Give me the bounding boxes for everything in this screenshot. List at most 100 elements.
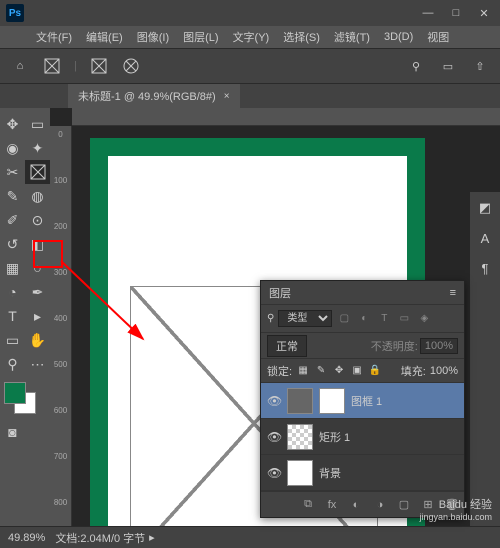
- eyedropper-tool[interactable]: ✎: [0, 184, 25, 208]
- blend-mode-select[interactable]: 正常: [267, 335, 307, 357]
- lock-transparent-icon[interactable]: ▦: [296, 364, 310, 378]
- menu-edit[interactable]: 编辑(E): [80, 27, 129, 47]
- fill-value[interactable]: 100%: [430, 365, 458, 377]
- foreground-color[interactable]: [4, 382, 26, 404]
- filter-type-icon[interactable]: T: [376, 311, 392, 327]
- lock-paint-icon[interactable]: ✎: [314, 364, 328, 378]
- tab-close-icon[interactable]: ×: [224, 91, 230, 102]
- zoom-level[interactable]: 49.89%: [8, 532, 45, 544]
- paragraph-panel-icon[interactable]: ¶: [475, 258, 495, 278]
- document-tab[interactable]: 未标题-1 @ 49.9%(RGB/8#) ×: [68, 84, 240, 108]
- crop-tool[interactable]: ✂: [0, 160, 25, 184]
- stamp-tool[interactable]: ⊙: [25, 208, 50, 232]
- layers-panel: 图层 ≡ ⚲ 类型 ▢ ◐ T ▭ ◈ 正常 不透明度: 100% 锁定: ▦ …: [260, 280, 465, 518]
- new-layer-icon[interactable]: ⊞: [420, 498, 436, 511]
- adjustment-icon[interactable]: ◑: [372, 499, 388, 511]
- dodge-tool[interactable]: ◔: [0, 280, 25, 304]
- wand-tool[interactable]: ✦: [25, 136, 50, 160]
- quickmask-toggle[interactable]: ◙: [0, 420, 25, 444]
- lasso-tool[interactable]: ◉: [0, 136, 25, 160]
- color-swatch[interactable]: [4, 382, 36, 414]
- opacity-label: 不透明度:: [371, 338, 418, 354]
- marquee-tool[interactable]: ▭: [25, 112, 50, 136]
- filter-search-icon[interactable]: ⚲: [267, 313, 274, 324]
- lock-all-icon[interactable]: 🔒: [368, 364, 382, 378]
- close-button[interactable]: ✕: [474, 7, 494, 20]
- layer-name[interactable]: 矩形 1: [319, 429, 350, 445]
- share-icon[interactable]: ⇧: [470, 56, 490, 76]
- lock-label: 锁定:: [267, 363, 292, 379]
- menu-type[interactable]: 文字(Y): [227, 27, 276, 47]
- type-tool[interactable]: T: [0, 304, 25, 328]
- move-tool[interactable]: ✥: [0, 112, 25, 136]
- blur-tool[interactable]: ○: [25, 256, 50, 280]
- menu-layer[interactable]: 图层(L): [177, 27, 224, 47]
- frame-tool-icon[interactable]: [42, 56, 62, 76]
- delete-layer-icon[interactable]: 🗑: [444, 498, 460, 511]
- panel-dock: ◩ A ¶: [470, 192, 500, 548]
- artboard-icon[interactable]: ▭: [438, 56, 458, 76]
- layer-thumbnail[interactable]: [287, 460, 313, 486]
- zoom-tool[interactable]: ⚲: [0, 352, 25, 376]
- layer-list: 👁 图框 1 👁 矩形 1 👁 背景: [261, 383, 464, 491]
- visibility-toggle[interactable]: 👁: [267, 430, 281, 444]
- tab-label: 未标题-1 @ 49.9%(RGB/8#): [78, 88, 216, 104]
- visibility-toggle[interactable]: 👁: [267, 466, 281, 480]
- vertical-ruler[interactable]: 0 100 200 300 400 500 600 700 800 900: [50, 126, 72, 548]
- path-select-tool[interactable]: ▸: [25, 304, 50, 328]
- document-info[interactable]: 文档:2.04M/0 字节: [55, 530, 145, 546]
- shape-tool[interactable]: ▭: [0, 328, 25, 352]
- minimize-button[interactable]: —: [418, 7, 438, 20]
- status-bar: 49.89% 文档:2.04M/0 字节 ▸: [0, 526, 500, 548]
- pen-tool[interactable]: ✒: [25, 280, 50, 304]
- maximize-button[interactable]: □: [446, 7, 466, 20]
- menu-select[interactable]: 选择(S): [277, 27, 326, 47]
- horizontal-ruler[interactable]: [72, 108, 500, 126]
- layer-row[interactable]: 👁 矩形 1: [261, 419, 464, 455]
- menu-bar: 文件(F) 编辑(E) 图像(I) 图层(L) 文字(Y) 选择(S) 滤镜(T…: [0, 26, 500, 48]
- info-dropdown-icon[interactable]: ▸: [149, 531, 155, 544]
- more-tools[interactable]: ⋯: [25, 352, 50, 376]
- layer-row[interactable]: 👁 图框 1: [261, 383, 464, 419]
- gradient-tool[interactable]: ▦: [0, 256, 25, 280]
- frame-tool[interactable]: [25, 160, 50, 184]
- brush-tool[interactable]: ✐: [0, 208, 25, 232]
- eraser-tool[interactable]: ◧: [25, 232, 50, 256]
- menu-view[interactable]: 视图: [421, 27, 455, 47]
- menu-file[interactable]: 文件(F): [30, 27, 78, 47]
- history-brush-tool[interactable]: ↺: [0, 232, 25, 256]
- panel-menu-icon[interactable]: ≡: [450, 287, 456, 299]
- opacity-value[interactable]: 100%: [420, 338, 458, 354]
- lock-artboard-icon[interactable]: ▣: [350, 364, 364, 378]
- layer-mask[interactable]: [319, 388, 345, 414]
- filter-adjust-icon[interactable]: ◐: [356, 311, 372, 327]
- filter-type-select[interactable]: 类型: [278, 310, 332, 327]
- link-layers-icon[interactable]: ⧉: [300, 498, 316, 511]
- ellipse-frame-icon[interactable]: [121, 56, 141, 76]
- hand-tool[interactable]: ✋: [25, 328, 50, 352]
- filter-smart-icon[interactable]: ◈: [416, 311, 432, 327]
- color-panel-icon[interactable]: ◩: [475, 198, 495, 218]
- layer-name[interactable]: 图框 1: [351, 393, 382, 409]
- menu-image[interactable]: 图像(I): [131, 27, 175, 47]
- rect-frame-icon[interactable]: [89, 56, 109, 76]
- character-panel-icon[interactable]: A: [475, 228, 495, 248]
- filter-pixel-icon[interactable]: ▢: [336, 311, 352, 327]
- options-bar: ⌂ | ⚲ ▭ ⇧: [0, 48, 500, 84]
- layer-name[interactable]: 背景: [319, 465, 341, 481]
- home-icon[interactable]: ⌂: [10, 56, 30, 76]
- layer-thumbnail[interactable]: [287, 388, 313, 414]
- fx-icon[interactable]: fx: [324, 499, 340, 511]
- mask-icon[interactable]: ◐: [348, 499, 364, 511]
- lock-position-icon[interactable]: ✥: [332, 364, 346, 378]
- layer-row[interactable]: 👁 背景: [261, 455, 464, 491]
- menu-3d[interactable]: 3D(D): [378, 29, 419, 45]
- layer-thumbnail[interactable]: [287, 424, 313, 450]
- group-icon[interactable]: ▢: [396, 498, 412, 511]
- menu-filter[interactable]: 滤镜(T): [328, 27, 376, 47]
- patch-tool[interactable]: ◍: [25, 184, 50, 208]
- visibility-toggle[interactable]: 👁: [267, 394, 281, 408]
- search-icon[interactable]: ⚲: [406, 56, 426, 76]
- document-tabs: 未标题-1 @ 49.9%(RGB/8#) ×: [0, 84, 500, 108]
- filter-shape-icon[interactable]: ▭: [396, 311, 412, 327]
